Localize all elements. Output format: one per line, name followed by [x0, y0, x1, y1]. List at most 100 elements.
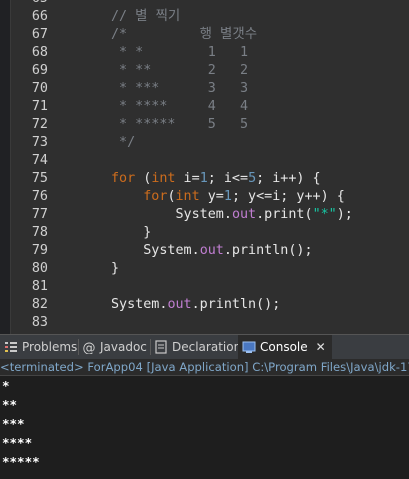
line-number: 81 — [31, 279, 48, 294]
code-line: 66 // 별 찍기 — [0, 8, 409, 26]
tab-declaration-label: Declaration — [172, 340, 242, 354]
code-editor[interactable]: 6566// 별 찍기67/* 행 별갯수68 * * 1 169 * ** 2… — [0, 0, 409, 334]
code-line: 82 System.out.println(); — [0, 296, 409, 314]
code-token: } — [111, 225, 152, 240]
tab-console-label: Console — [260, 340, 308, 354]
code-token: for — [111, 171, 136, 186]
code-text: * *** 3 3 — [111, 80, 248, 98]
line-number: 67 — [31, 27, 48, 42]
line-number: 74 — [31, 153, 48, 168]
code-token: out — [167, 297, 192, 312]
code-text: } — [111, 260, 119, 278]
code-line: 70 * *** 3 3 — [0, 80, 409, 98]
console-output-line: ** — [2, 397, 18, 412]
code-line: 77 System.out.print("*"); — [0, 206, 409, 224]
code-token: y= — [199, 189, 224, 204]
code-token: } — [111, 261, 120, 276]
code-line: 76 for(int y=1; y<=i; y++) { — [0, 188, 409, 206]
code-token: * ** 2 2 — [111, 63, 249, 78]
code-token: .println(); — [223, 243, 313, 258]
line-number: 71 — [31, 99, 48, 114]
code-token: ; i<= — [207, 171, 249, 186]
tab-declaration[interactable]: Declaration — [154, 335, 241, 359]
tab-console[interactable]: Console ✕ — [238, 335, 332, 359]
tab-javadoc[interactable]: @ Javadoc — [82, 335, 147, 359]
code-token: */ — [111, 135, 136, 150]
line-number: 80 — [31, 261, 48, 276]
line-number: 72 — [31, 117, 48, 132]
code-text: for (int i=1; i<=5; i++) { — [111, 170, 321, 188]
code-text: // 별 찍기 — [111, 8, 180, 26]
code-text: } — [111, 224, 151, 242]
code-token: * *** 3 3 — [111, 81, 249, 96]
line-number: 70 — [31, 81, 48, 96]
tab-separator — [78, 339, 79, 355]
code-token: * * 1 1 — [111, 45, 249, 60]
code-token: ; i++) { — [256, 171, 321, 186]
line-number: 83 — [31, 315, 48, 330]
tab-problems[interactable]: Problems — [4, 335, 77, 359]
bottom-panel-tabbar: Problems @ Javadoc Declaration Console ✕ — [0, 334, 409, 359]
code-token: ); — [336, 207, 353, 222]
svg-text:@: @ — [83, 341, 96, 354]
code-line: 78 } — [0, 224, 409, 242]
code-text: */ — [111, 134, 135, 152]
code-line: 75 for (int i=1; i<=5; i++) { — [0, 170, 409, 188]
code-token: i= — [175, 171, 200, 186]
console-output-line: **** — [2, 435, 33, 450]
code-token: System. — [111, 243, 200, 258]
code-text: * * 1 1 — [111, 44, 248, 62]
code-line: 71 * **** 4 4 — [0, 98, 409, 116]
code-line: 72 * ***** 5 5 — [0, 116, 409, 134]
code-line: 83 — [0, 314, 409, 332]
code-token: out — [199, 243, 224, 258]
code-token: System. — [111, 207, 232, 222]
code-token: System. — [111, 297, 168, 312]
line-number: 66 — [31, 9, 48, 24]
code-line: 73 */ — [0, 134, 409, 152]
tab-problems-label: Problems — [22, 340, 78, 354]
console-output-line: *** — [2, 416, 25, 431]
code-token: 1 — [223, 189, 232, 204]
line-number: 82 — [31, 297, 48, 312]
code-token: /* 행 별갯수 — [111, 27, 258, 42]
code-token: ; y<=i; y++) { — [231, 189, 345, 204]
code-token: 1 — [199, 171, 208, 186]
console-output[interactable]: * ** *** **** ***** — [0, 376, 409, 479]
code-token: int — [151, 171, 176, 186]
console-icon — [242, 341, 256, 353]
line-number: 75 — [31, 171, 48, 186]
console-status-line: <terminated> ForApp04 [Java Application]… — [0, 359, 409, 376]
code-line: 65 — [0, 0, 409, 8]
line-number: 78 — [31, 225, 48, 240]
line-number: 76 — [31, 189, 48, 204]
code-text: * ** 2 2 — [111, 62, 248, 80]
code-text: for(int y=1; y<=i; y++) { — [111, 188, 345, 206]
code-text: * **** 4 4 — [111, 98, 248, 116]
tab-javadoc-label: Javadoc — [100, 340, 147, 354]
code-line: 68 * * 1 1 — [0, 44, 409, 62]
code-line: 80} — [0, 260, 409, 278]
line-number: 65 — [14, 0, 48, 8]
code-text: System.out.print("*"); — [111, 206, 353, 224]
declaration-icon — [155, 340, 167, 354]
code-line: 79 System.out.println(); — [0, 242, 409, 260]
code-token: for — [143, 189, 168, 204]
code-token: .println(); — [191, 297, 281, 312]
tab-separator — [150, 339, 151, 355]
console-output-line: ***** — [2, 454, 40, 469]
code-line: 67 /* 행 별갯수 — [0, 26, 409, 44]
problems-icon — [5, 342, 17, 352]
code-line: 69 * ** 2 2 — [0, 62, 409, 80]
code-token: * ***** 5 5 — [111, 117, 249, 132]
code-token: * **** 4 4 — [111, 99, 249, 114]
code-token: .print( — [256, 207, 313, 222]
code-token: "*" — [312, 207, 337, 222]
close-icon[interactable]: ✕ — [316, 335, 326, 359]
code-token: out — [231, 207, 257, 222]
code-text: System.out.println(); — [111, 296, 280, 314]
line-number: 79 — [31, 243, 48, 258]
line-number: 73 — [31, 135, 48, 150]
line-number: 68 — [31, 45, 48, 60]
